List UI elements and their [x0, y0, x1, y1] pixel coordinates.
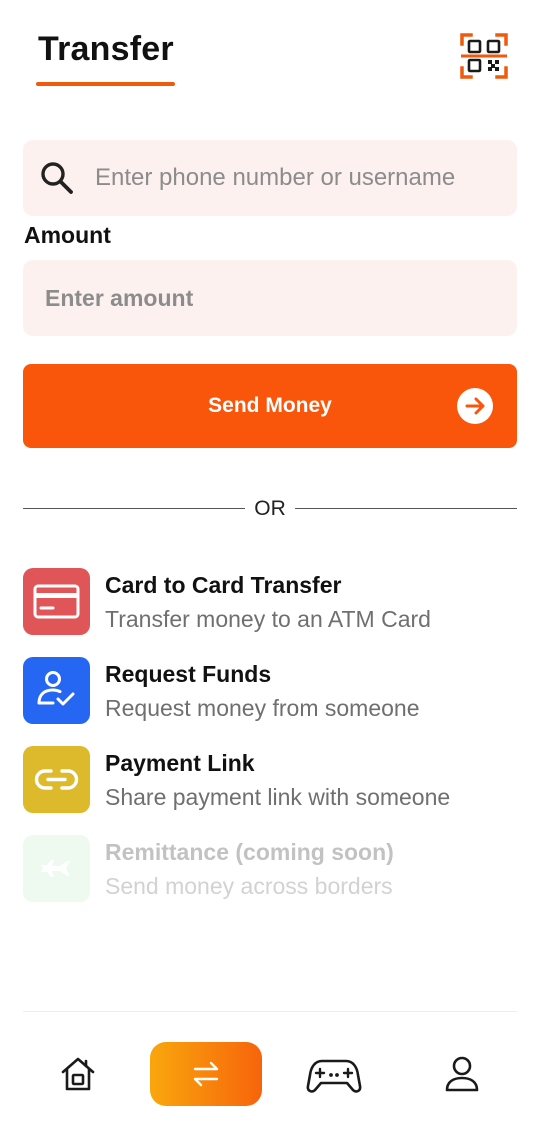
option-subtitle: Transfer money to an ATM Card: [105, 606, 431, 632]
option-icon-tile: [23, 746, 90, 813]
option-payment-link[interactable]: Payment Link Share payment link with som…: [23, 746, 517, 835]
option-title: Remittance (coming soon): [105, 839, 394, 865]
airplane-icon: [41, 860, 70, 877]
option-card-to-card[interactable]: Card to Card Transfer Transfer money to …: [23, 568, 517, 657]
option-subtitle: Send money across borders: [105, 873, 393, 899]
search-icon: [41, 162, 73, 194]
home-icon: [61, 1057, 95, 1091]
bottom-nav: [0, 1012, 540, 1134]
amount-input[interactable]: [45, 274, 495, 322]
search-input[interactable]: [95, 154, 505, 202]
transfer-arrows-icon: [193, 1061, 219, 1087]
option-icon-tile: [23, 568, 90, 635]
transfer-options-list: Card to Card Transfer Transfer money to …: [23, 568, 517, 924]
qr-code-scan-icon: [460, 33, 508, 79]
amount-label: Amount: [24, 222, 111, 248]
send-money-button[interactable]: Send Money: [23, 364, 517, 448]
or-text: OR: [254, 497, 286, 520]
option-icon-tile: [23, 835, 90, 902]
nav-transfer[interactable]: [150, 1042, 262, 1106]
option-subtitle: Share payment link with someone: [105, 784, 451, 810]
header: Transfer: [0, 0, 540, 110]
qr-scan-button[interactable]: [459, 32, 509, 80]
link-icon: [34, 769, 79, 790]
option-title: Payment Link: [105, 750, 255, 776]
nav-home[interactable]: [54, 1042, 102, 1106]
user-icon: [445, 1056, 479, 1092]
option-subtitle: Request money from someone: [105, 695, 420, 721]
amount-field[interactable]: [23, 260, 517, 336]
option-title: Request Funds: [105, 661, 272, 687]
gamepad-icon: [306, 1059, 362, 1093]
option-request-funds[interactable]: Request Funds Request money from someone: [23, 657, 517, 746]
nav-games[interactable]: [304, 1042, 364, 1106]
option-title: Card to Card Transfer: [105, 572, 342, 598]
option-icon-tile: [23, 657, 90, 724]
or-divider: OR: [23, 496, 517, 522]
title-underline: [36, 82, 175, 86]
divider-line-right: [295, 508, 517, 509]
nav-profile[interactable]: [438, 1042, 486, 1106]
page-title: Transfer: [38, 30, 174, 68]
search-field[interactable]: [23, 140, 517, 216]
send-money-label: Send Money: [208, 394, 332, 417]
credit-card-icon: [33, 584, 80, 619]
arrow-right-circle-icon: [457, 388, 493, 424]
user-check-icon: [37, 671, 75, 706]
option-remittance: Remittance (coming soon) Send money acro…: [23, 835, 517, 924]
